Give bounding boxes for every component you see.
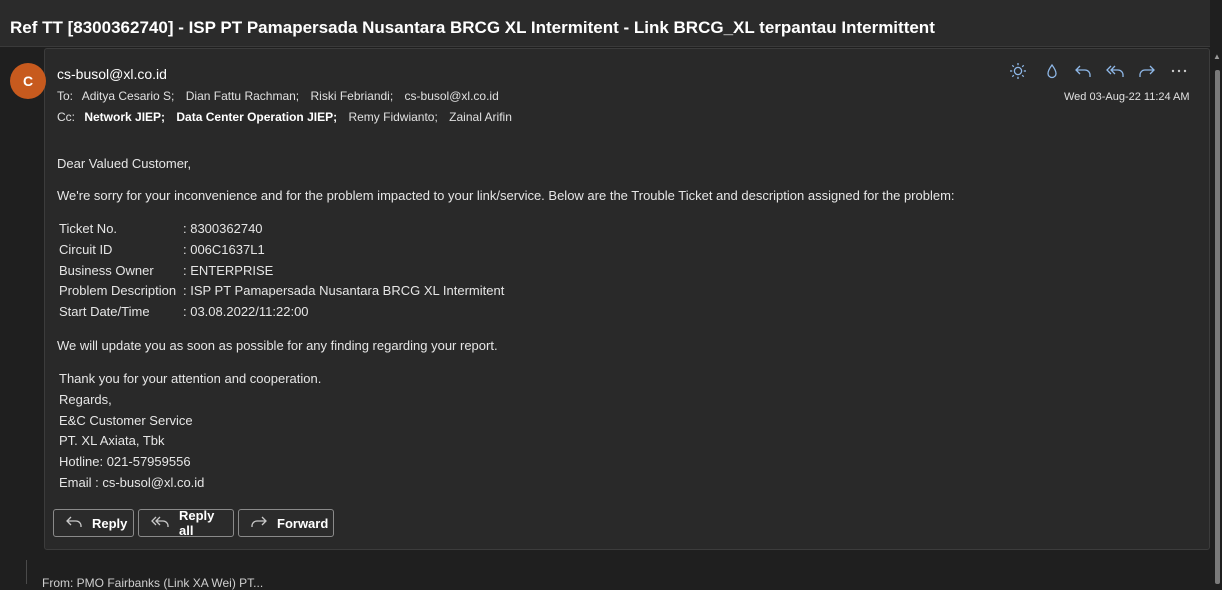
ticket-value: : 8300362740 — [183, 221, 263, 236]
signature-line: Thank you for your attention and coopera… — [59, 371, 322, 386]
received-date: Wed 03-Aug-22 11:24 AM — [1064, 91, 1190, 103]
reply-button[interactable]: Reply — [53, 509, 134, 537]
ticket-row: Circuit ID : 006C1637L1 — [59, 242, 265, 257]
ticket-row: Business Owner : ENTERPRISE — [59, 263, 273, 278]
ticket-value: : 006C1637L1 — [183, 242, 265, 257]
scroll-up-arrow-icon[interactable]: ▲ — [1213, 52, 1221, 61]
intro-paragraph: We're sorry for your inconvenience and f… — [57, 188, 955, 203]
subject-bar: Ref TT [8300362740] - ISP PT Pamapersada… — [0, 0, 1210, 47]
message-toolbar — [1007, 60, 1029, 82]
update-paragraph: We will update you as soon as possible f… — [57, 338, 498, 353]
reply-toolbar — [1072, 60, 1190, 82]
signature-line[interactable]: Email : cs-busol@xl.co.id — [59, 475, 204, 490]
reply-icon[interactable] — [1072, 60, 1094, 82]
email-subject: Ref TT [8300362740] - ISP PT Pamapersada… — [10, 18, 935, 37]
next-message-preview[interactable]: From: PMO Fairbanks (Link XA Wei) PT... — [42, 576, 263, 590]
more-icon[interactable] — [1168, 60, 1190, 82]
ticket-key: Business Owner — [59, 263, 154, 278]
ticket-row: Problem Description : ISP PT Pamapersada … — [59, 283, 504, 298]
ticket-row: Start Date/Time : 03.08.2022/11:22:00 — [59, 304, 309, 319]
ticket-value: : ISP PT Pamapersada Nusantara BRCG XL I… — [183, 283, 505, 298]
reaction-toolbar — [1041, 60, 1063, 82]
recipient[interactable]: Riski Febriandi; — [310, 89, 393, 103]
recipient[interactable]: Dian Fattu Rachman; — [186, 89, 299, 103]
ticket-key: Problem Description — [59, 283, 177, 298]
signature-line: E&C Customer Service — [59, 413, 193, 428]
like-icon[interactable] — [1041, 60, 1063, 82]
signature-line: PT. XL Axiata, Tbk — [59, 433, 165, 448]
ticket-key: Ticket No. — [59, 221, 118, 236]
left-gutter — [0, 48, 44, 584]
forward-label: Forward — [277, 515, 329, 531]
scrollbar-thumb[interactable] — [1215, 70, 1220, 584]
ticket-value: : ENTERPRISE — [183, 263, 274, 278]
cc-recipients: Cc: Network JIEP; Data Center Operation … — [57, 110, 520, 124]
greeting: Dear Valued Customer, — [57, 156, 192, 171]
reply-all-icon[interactable] — [1104, 60, 1126, 82]
recipient[interactable]: cs-busol@xl.co.id — [405, 89, 499, 103]
sun-icon[interactable] — [1007, 60, 1029, 82]
sender-email[interactable]: cs-busol@xl.co.id — [57, 66, 167, 82]
ticket-key: Circuit ID — [59, 242, 113, 257]
reply-all-icon — [151, 515, 169, 532]
signature-line: Regards, — [59, 392, 112, 407]
to-label: To: — [57, 89, 74, 103]
ticket-value: : 03.08.2022/11:22:00 — [183, 304, 309, 319]
ticket-key: Start Date/Time — [59, 304, 150, 319]
cc-label: Cc: — [57, 110, 75, 124]
recipient[interactable]: Network JIEP; — [84, 110, 165, 124]
reply-all-button[interactable]: Reply all — [138, 508, 234, 538]
reply-icon — [66, 515, 82, 532]
recipient[interactable]: Remy Fidwianto; — [348, 110, 437, 124]
ticket-row: Ticket No. : 8300362740 — [59, 221, 263, 236]
recipient[interactable]: Aditya Cesario S; — [82, 89, 175, 103]
forward-icon — [251, 515, 267, 532]
recipient[interactable]: Zainal Arifin — [449, 110, 512, 124]
recipient[interactable]: Data Center Operation JIEP; — [176, 110, 337, 124]
signature-line: Hotline: 021-57959556 — [59, 454, 191, 469]
sender-avatar[interactable]: C — [10, 63, 46, 99]
forward-button[interactable]: Forward — [238, 509, 334, 537]
reply-label: Reply — [92, 515, 128, 531]
to-recipients: To: Aditya Cesario S; Dian Fattu Rachman… — [57, 89, 507, 103]
forward-icon[interactable] — [1136, 60, 1158, 82]
reply-all-label: Reply all — [179, 508, 215, 538]
